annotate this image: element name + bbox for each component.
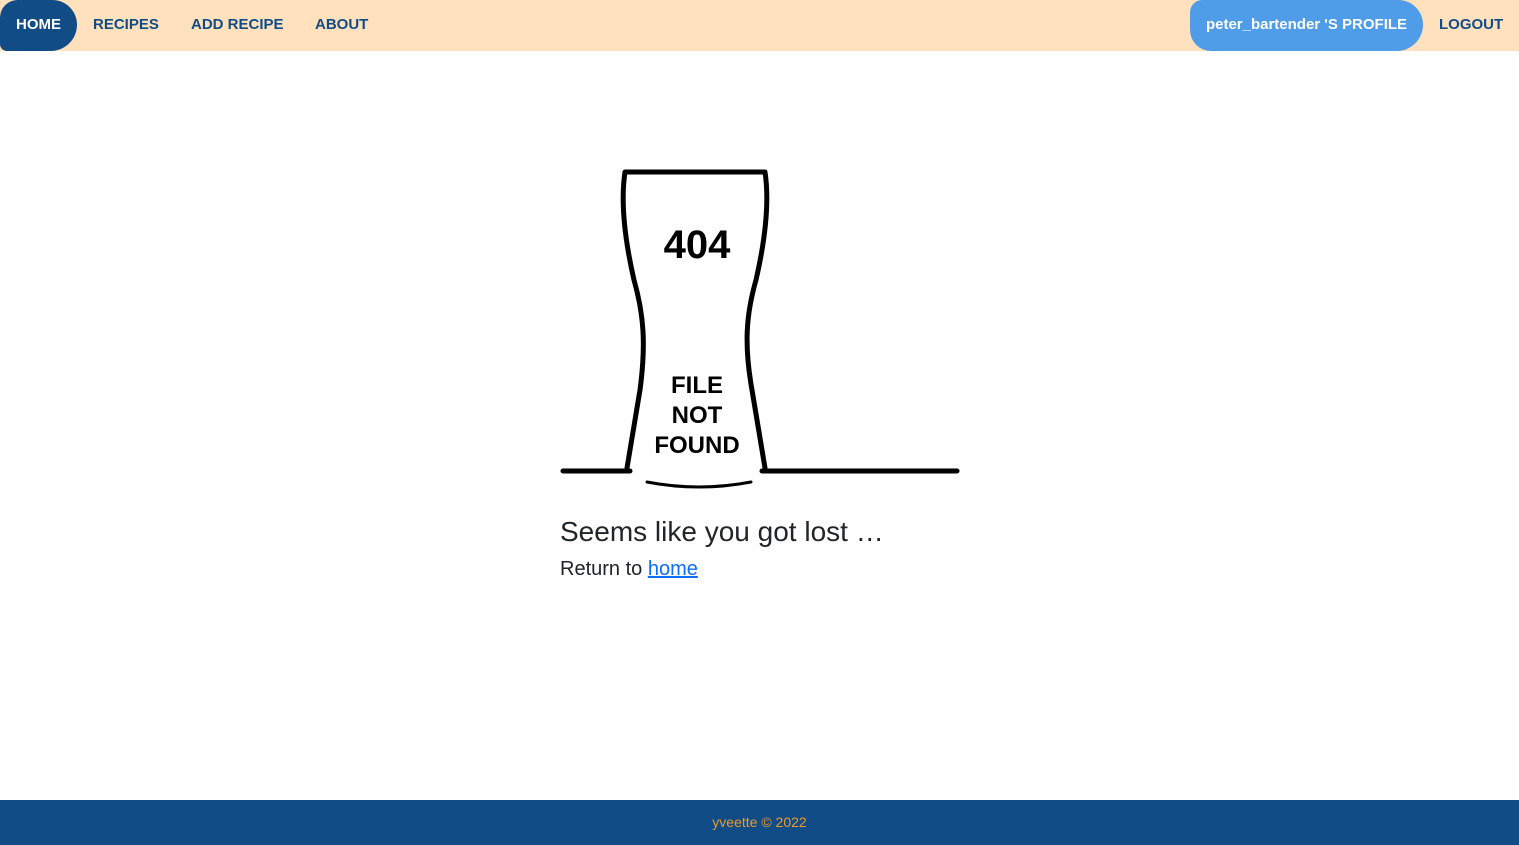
error-code: 404 (663, 223, 731, 267)
top-navbar: HOME RECIPES ADD RECIPE ABOUT peter_bart… (0, 0, 1519, 51)
lost-message: Seems like you got lost … (560, 516, 884, 547)
error-message-line: NOT (671, 402, 723, 429)
nav-home-link[interactable]: HOME (0, 0, 77, 51)
return-line: Return to home (560, 556, 698, 582)
home-link[interactable]: home (648, 558, 698, 580)
return-prefix: Return to (560, 558, 648, 580)
footer-copyright: yveette © 2022 (712, 814, 807, 830)
error-message: FILE NOT FOUND (637, 371, 757, 461)
nav-logout-link[interactable]: LOGOUT (1439, 0, 1503, 51)
glass-base (645, 480, 753, 489)
error-message-line: FOUND (654, 432, 740, 459)
nav-recipes-link[interactable]: RECIPES (93, 0, 159, 51)
error-message-line: FILE (671, 372, 723, 399)
nav-add-recipe-link[interactable]: ADD RECIPE (191, 0, 284, 51)
footer: yveette © 2022 (0, 800, 1519, 845)
nav-profile-link[interactable]: peter_bartender 'S PROFILE (1190, 0, 1423, 51)
beer-glass-illustration (560, 169, 960, 489)
nav-about-link[interactable]: ABOUT (315, 0, 368, 51)
